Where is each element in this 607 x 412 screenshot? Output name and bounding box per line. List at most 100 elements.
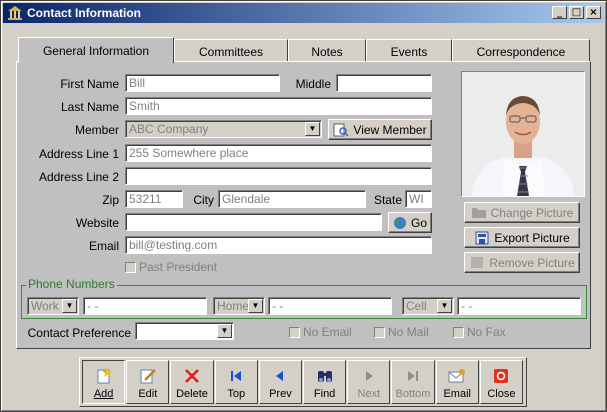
city-label: City (193, 193, 214, 207)
close-icon (492, 367, 510, 385)
phone-type-value: Cell (406, 299, 427, 313)
chevron-down-icon[interactable]: ▼ (62, 299, 77, 313)
zip-label: Zip (102, 193, 119, 207)
bottom-label: Bottom (395, 388, 431, 400)
address2-label: Address Line 2 (38, 170, 119, 184)
next-label: Next (357, 388, 381, 400)
prev-button[interactable]: Prev (258, 360, 303, 404)
email-icon (448, 367, 466, 385)
find-button[interactable]: Find (303, 360, 347, 404)
close-button[interactable]: Close (479, 360, 524, 404)
city-field[interactable]: Glendale (218, 190, 366, 208)
zip-field[interactable]: 53211 (125, 190, 183, 208)
checkbox-box (374, 326, 385, 338)
export-picture-label: Export Picture (494, 230, 570, 245)
no-mail-label: No Mail (388, 325, 429, 339)
add-button[interactable]: Add (82, 360, 126, 404)
phone-type-select-home[interactable]: Home ▼ (213, 297, 265, 315)
last-name-field[interactable]: Smith (125, 97, 432, 115)
last-name-label: Last Name (60, 100, 119, 114)
phone-numbers-title: Phone Numbers (26, 277, 117, 291)
contact-preference-label: Contact Preference (27, 326, 131, 340)
delete-label: Delete (176, 388, 208, 400)
find-label: Find (313, 388, 336, 400)
magnifier-icon (333, 123, 349, 137)
globe-icon (393, 216, 406, 229)
next-icon (360, 367, 378, 385)
middle-field[interactable] (336, 74, 432, 92)
tab-general-information[interactable]: General Information (18, 37, 174, 63)
phone-type-value: Home (217, 299, 250, 313)
delete-icon (183, 367, 201, 385)
go-button[interactable]: Go (388, 212, 432, 233)
first-name-label: First Name (60, 77, 119, 91)
view-member-button[interactable]: View Member (328, 119, 432, 140)
phone-type-select-cell[interactable]: Cell ▼ (402, 297, 454, 315)
record-toolbar: Add Edit Delete Top Prev Find Next Botto… (79, 357, 527, 407)
checkbox-box (453, 326, 464, 338)
checkbox-box (125, 261, 136, 273)
no-email-label: No Email (303, 325, 352, 339)
tab-strip: General Information Committees Notes Eve… (18, 37, 590, 64)
minimize-button[interactable]: _ (552, 6, 567, 19)
contact-window: Contact Information _ □ × General Inform… (0, 0, 607, 412)
title-bar[interactable]: Contact Information _ □ × (3, 3, 604, 23)
no-fax-checkbox[interactable]: No Fax (453, 325, 506, 339)
prev-label: Prev (269, 388, 292, 400)
close-window-button[interactable]: × (586, 6, 601, 19)
past-president-label: Past President (139, 260, 218, 274)
chevron-down-icon[interactable]: ▼ (305, 122, 320, 136)
no-mail-checkbox[interactable]: No Mail (374, 325, 429, 339)
phone-type-select-work[interactable]: Work ▼ (27, 297, 79, 315)
address1-label: Address Line 1 (38, 147, 119, 161)
delete-button[interactable]: Delete (170, 360, 214, 404)
website-label: Website (75, 216, 119, 230)
maximize-button[interactable]: □ (569, 6, 584, 19)
person-photo-image (462, 72, 584, 196)
state-field[interactable]: WI (405, 190, 432, 208)
edit-button[interactable]: Edit (126, 360, 170, 404)
member-select[interactable]: ABC Company ▼ (125, 120, 322, 138)
change-picture-label: Change Picture (490, 205, 574, 220)
email-button[interactable]: Email (435, 360, 479, 404)
first-record-icon (227, 367, 245, 385)
address1-field[interactable]: 255 Somewhere place (125, 144, 432, 162)
past-president-checkbox[interactable]: Past President (125, 260, 217, 274)
address2-field[interactable] (125, 167, 432, 185)
chevron-down-icon[interactable]: ▼ (217, 324, 232, 338)
binoculars-icon (316, 367, 334, 385)
website-field[interactable] (125, 213, 382, 231)
prev-icon (271, 367, 289, 385)
top-button[interactable]: Top (214, 360, 258, 404)
member-value: ABC Company (129, 122, 209, 136)
no-fax-label: No Fax (467, 325, 506, 339)
last-record-icon (404, 367, 422, 385)
chevron-down-icon[interactable]: ▼ (437, 299, 452, 313)
no-email-checkbox[interactable]: No Email (289, 325, 352, 339)
close-label: Close (487, 388, 516, 400)
window-title: Contact Information (27, 6, 141, 20)
change-picture-button[interactable]: Change Picture (464, 202, 580, 223)
add-label: Add (93, 388, 114, 400)
contact-photo (461, 71, 585, 197)
state-label: State (373, 193, 402, 207)
email-field[interactable]: bill@testing.com (125, 236, 432, 254)
phone-number-work[interactable]: - - (83, 297, 207, 315)
email-label: Email (443, 388, 471, 400)
export-picture-button[interactable]: Export Picture (464, 227, 580, 248)
add-icon (95, 367, 113, 385)
export-icon (475, 231, 489, 244)
phone-number-home[interactable]: - - (268, 297, 392, 315)
remove-picture-button[interactable]: Remove Picture (464, 252, 580, 273)
email-label: Email (88, 239, 119, 253)
chevron-down-icon[interactable]: ▼ (248, 299, 263, 313)
edit-label: Edit (138, 388, 158, 400)
next-button[interactable]: Next (347, 360, 391, 404)
folder-icon (471, 208, 486, 218)
first-name-field[interactable]: Bill (125, 74, 280, 92)
bottom-button[interactable]: Bottom (391, 360, 435, 404)
contact-preference-select[interactable]: ▼ (135, 322, 234, 340)
phone-number-cell[interactable]: - - (457, 297, 581, 315)
remove-image-icon (471, 257, 484, 268)
middle-label: Middle (295, 77, 331, 91)
